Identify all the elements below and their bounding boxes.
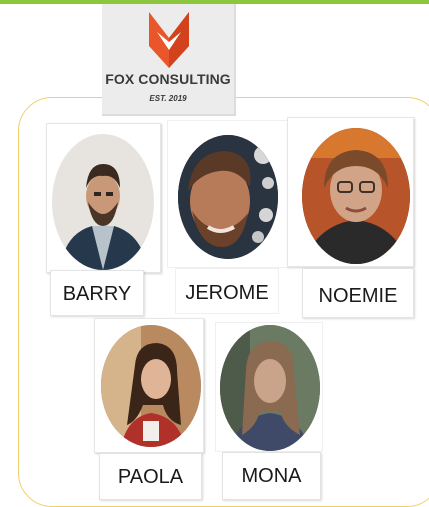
- avatar-noemie: [302, 128, 410, 264]
- team-member-paola: [94, 318, 204, 453]
- name-text-barry: BARRY: [62, 283, 132, 305]
- avatar-jerome: [178, 135, 278, 259]
- name-text-jerome: JEROME: [185, 282, 269, 304]
- company-name: FOX CONSULTING: [105, 71, 231, 87]
- name-text-paola: PAOLA: [117, 466, 184, 488]
- avatar-barry: [52, 134, 154, 270]
- name-label-noemie: NOEMIE: [302, 268, 414, 318]
- company-logo: FOX CONSULTING EST. 2019: [102, 4, 236, 116]
- team-member-jerome: [167, 120, 289, 268]
- established-year: EST. 2019: [149, 94, 187, 103]
- fox-icon: [149, 12, 189, 68]
- name-label-jerome: JEROME: [175, 268, 279, 314]
- team-member-mona: [215, 322, 323, 452]
- avatar-paola: [101, 325, 201, 447]
- name-text-noemie: NOEMIE: [318, 285, 398, 307]
- name-label-barry: BARRY: [50, 270, 144, 316]
- name-label-paola: PAOLA: [99, 453, 202, 500]
- team-member-noemie: [287, 117, 414, 267]
- name-text-mona: MONA: [241, 465, 302, 487]
- name-label-mona: MONA: [222, 452, 321, 500]
- avatar-mona: [220, 325, 320, 451]
- team-member-barry: [46, 123, 161, 273]
